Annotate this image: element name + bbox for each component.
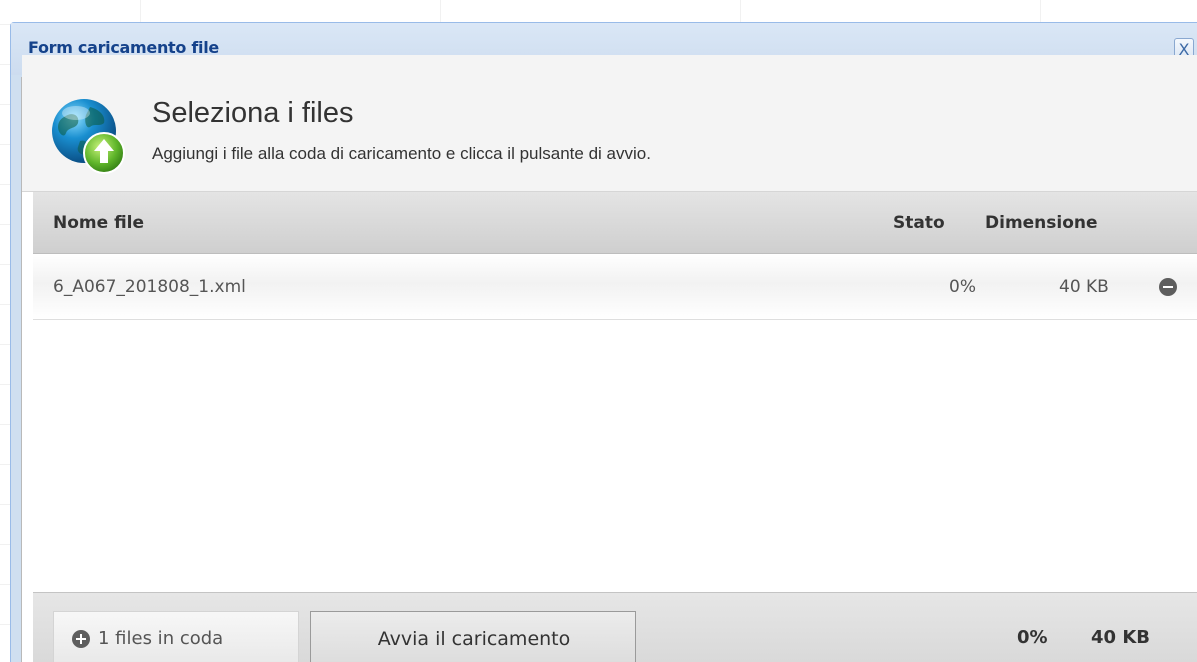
start-upload-label: Avvia il caricamento <box>377 628 571 650</box>
add-files-button[interactable]: 1 files in coda <box>53 611 299 662</box>
file-name: 6_A067_201808_1.xml <box>53 277 246 297</box>
total-size: 40 KB <box>1091 627 1150 648</box>
file-list-header: Nome file Stato Dimensione <box>33 192 1197 254</box>
column-header-name: Nome file <box>53 213 145 233</box>
file-status: 0% <box>949 277 976 297</box>
page: Form caricamento file X Seleziona i file… <box>0 0 1197 662</box>
start-upload-button[interactable]: Avvia il caricamento <box>310 611 636 662</box>
add-files-label: 1 files in coda <box>98 628 224 649</box>
file-row[interactable]: 6_A067_201808_1.xml 0% 40 KB <box>33 254 1197 320</box>
upload-footer: 1 files in coda Avvia il caricamento 0% … <box>33 592 1197 662</box>
column-header-status: Stato <box>893 213 945 233</box>
globe-upload-icon <box>52 99 125 174</box>
total-progress: 0% <box>1017 627 1048 648</box>
upload-header: Seleziona i files Aggiungi i file alla c… <box>22 55 1197 192</box>
column-header-size: Dimensione <box>985 213 1098 233</box>
upload-title: Seleziona i files <box>152 97 354 129</box>
file-size: 40 KB <box>1059 277 1109 297</box>
plus-circle-icon <box>72 630 90 648</box>
file-list: 6_A067_201808_1.xml 0% 40 KB <box>33 254 1197 592</box>
remove-icon[interactable] <box>1159 278 1177 296</box>
upload-subtitle: Aggiungi i file alla coda di caricamento… <box>152 144 651 163</box>
